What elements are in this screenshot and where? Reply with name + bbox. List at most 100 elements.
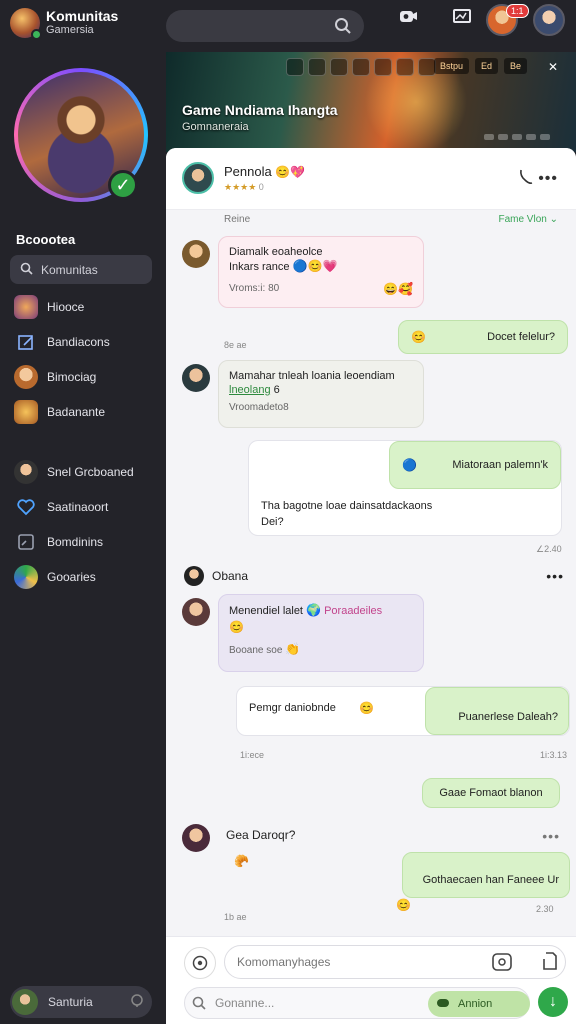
attachment-icon[interactable] <box>542 951 558 976</box>
sender-row: Obana ••• <box>184 566 564 586</box>
message-time: ∠2.40 <box>536 544 562 554</box>
contact-avatar[interactable] <box>182 162 214 194</box>
section-filter[interactable]: Fame Vlon ⌄ <box>498 214 558 225</box>
message-text: Miatoraan palemn'k <box>452 459 548 471</box>
pagination-dot[interactable] <box>540 134 550 140</box>
chat-panel: Pennola 😊💖 ★★★★ 0 ••• Reine Fame Vlon ⌄ … <box>166 148 576 1024</box>
hero-chip[interactable] <box>352 58 370 76</box>
help-icon[interactable] <box>130 993 144 1011</box>
action-pill[interactable]: Annion <box>428 991 530 1017</box>
message-bubble-outgoing[interactable]: Gaae Fomaot blanon <box>422 778 560 808</box>
gamepad-icon <box>436 997 450 1012</box>
message-highlight[interactable]: lneolang <box>229 384 271 396</box>
message-bubble-outgoing[interactable]: Gothaecaen han Faneee Ur <box>402 852 570 898</box>
message-bubble[interactable]: Mamahar tnleah loania leoendiam lneolang… <box>218 360 424 428</box>
arrow-down-icon: ↓ <box>549 993 557 1010</box>
message-meta: Vroomadeto8 <box>229 402 289 413</box>
app-title: Komunitas <box>46 8 119 24</box>
message-bubble[interactable]: Menendiel lalet 🌍 Poraadeiles 😊 Booane s… <box>218 594 424 672</box>
sender-avatar[interactable] <box>182 240 210 268</box>
close-icon[interactable]: ✕ <box>548 60 558 74</box>
section-filter-label: Fame Vlon <box>498 214 547 225</box>
sidebar-search[interactable]: Komunitas <box>10 255 152 284</box>
emoji-icon: 😊 <box>411 330 426 344</box>
section-label: Reine <box>224 214 251 225</box>
profile-avatar[interactable] <box>533 4 565 36</box>
current-user[interactable]: Santuria <box>10 986 152 1018</box>
message-highlight[interactable]: Poraadeiles <box>324 605 382 617</box>
hero-chip[interactable] <box>286 58 304 76</box>
top-bar: Komunitas Gamersia 1:1 <box>0 0 576 52</box>
hero-chip[interactable] <box>396 58 414 76</box>
sidebar-item-label: Gooaries <box>47 569 96 584</box>
camera-icon[interactable] <box>398 6 418 31</box>
message-bubble-composite[interactable]: Pemgr daniobnde 😊 Puanerlese Daleah? <box>236 686 570 736</box>
more-options-icon[interactable]: ••• <box>546 568 564 584</box>
brand[interactable]: Komunitas Gamersia <box>10 8 119 40</box>
community-banner: Bstpu Ed Be ✕ Game Nndiama Ihangta Gomna… <box>166 52 576 152</box>
rating-stars: ★★★★ <box>224 182 257 192</box>
more-options-icon[interactable]: ••• <box>538 170 558 188</box>
emoji-icon: 🔵😊💗 <box>292 259 338 273</box>
quoted-reply[interactable]: Puanerlese Daleah? <box>425 687 569 735</box>
search-icon[interactable] <box>334 17 352 40</box>
sidebar-item-snel-grcboaned[interactable]: Snel Grcboaned <box>14 454 162 489</box>
phone-icon[interactable] <box>518 168 534 191</box>
reaction-icon[interactable]: 😄🥰 <box>383 282 413 296</box>
cast-icon[interactable] <box>452 6 472 31</box>
message-text: Menendiel lalet <box>229 605 303 617</box>
emoji-picker-button[interactable] <box>184 947 216 979</box>
sidebar-item-hiooce[interactable]: Hiooce <box>14 289 162 324</box>
pagination-dot[interactable] <box>512 134 522 140</box>
sidebar-item-saatinaoort[interactable]: Saatinaoort <box>14 489 162 524</box>
reaction-icon[interactable]: 👏 <box>285 642 300 656</box>
message-text: Dei? <box>261 516 284 528</box>
message-bubble-outgoing[interactable]: 😊 Docet felelur? <box>398 320 568 354</box>
message-bubble[interactable]: Diamalk eoaheolce Inkars rance 🔵😊💗 Vroms… <box>218 236 424 308</box>
quoted-reply[interactable]: 🔵 Miatoraan palemn'k <box>389 441 561 489</box>
character-icon <box>14 459 38 484</box>
sidebar-item-bandiacons[interactable]: Bandiacons <box>14 324 162 359</box>
banner-subtitle: Gomnaneraia <box>182 121 249 133</box>
hero-icon <box>14 564 38 589</box>
sender-avatar[interactable] <box>184 566 204 586</box>
more-options-icon[interactable]: ••• <box>542 828 560 844</box>
message-text: Tha bagotne loae dainsatdackaons <box>261 500 433 512</box>
edit-icon <box>14 330 38 354</box>
user-avatar <box>12 989 38 1015</box>
banner-hero-chips <box>286 58 436 76</box>
contact-name: Pennola <box>224 164 272 179</box>
hero-chip[interactable] <box>308 58 326 76</box>
gif-icon[interactable] <box>492 953 512 976</box>
message-text: Diamalk eoaheolce <box>229 246 323 258</box>
sidebar-list: Hiooce Bandiacons Bimociag Badanante <box>14 289 162 429</box>
sidebar-item-bomdinins[interactable]: Bomdinins <box>14 524 162 559</box>
message-input[interactable] <box>224 945 566 979</box>
top-search-bar[interactable] <box>166 10 364 42</box>
send-button[interactable]: ↓ <box>538 987 568 1017</box>
sender-name: Obana <box>212 569 249 583</box>
sidebar-item-bimociag[interactable]: Bimociag <box>14 359 162 394</box>
pagination-dot[interactable] <box>526 134 536 140</box>
user-avatar[interactable]: 1:1 <box>486 4 529 36</box>
message-text: Gea Daroqr? <box>226 828 296 842</box>
sender-avatar[interactable] <box>182 598 210 626</box>
square-icon <box>14 530 38 554</box>
hero-chip[interactable] <box>330 58 348 76</box>
message-bubble-composite[interactable]: 🔵 Miatoraan palemn'k Tha bagotne loae da… <box>248 440 562 536</box>
pagination-dot[interactable] <box>498 134 508 140</box>
sidebar-item-badanante[interactable]: Badanante <box>14 394 162 429</box>
message-text: Gaae Fomaot blanon <box>439 787 543 799</box>
sender-avatar[interactable] <box>182 824 210 852</box>
emoji-icon: 🌍 <box>306 603 322 617</box>
community-logo <box>10 8 42 40</box>
pagination-dot[interactable] <box>484 134 494 140</box>
section-row: Reine Fame Vlon ⌄ <box>224 214 558 225</box>
message-text: Gothaecaen han Faneee Ur <box>422 874 559 886</box>
sidebar-item-gooaries[interactable]: Gooaries <box>14 559 162 594</box>
sidebar-item-label: Bandiacons <box>47 334 110 349</box>
hero-chip[interactable] <box>374 58 392 76</box>
message-time: 8e ae <box>224 340 247 350</box>
current-user-name: Santuria <box>48 995 93 1009</box>
sender-avatar[interactable] <box>182 364 210 392</box>
